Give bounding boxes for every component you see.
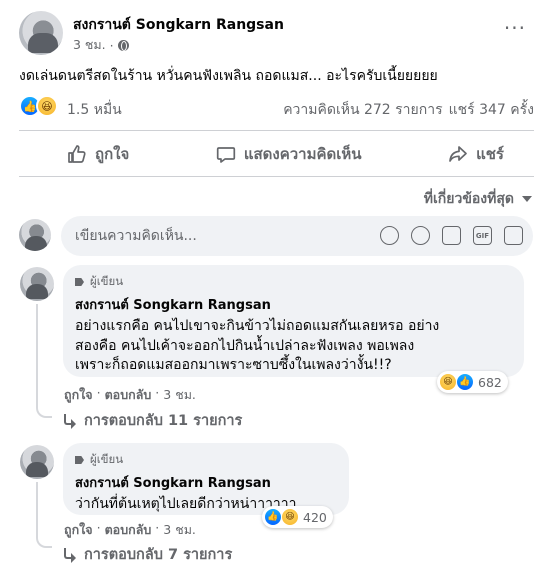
comment-bubble: ผู้เขียน สงกรานต์ Songkarn Rangsan อย่าง… xyxy=(63,265,524,377)
comment-author-name[interactable]: สงกรานต์ Songkarn Rangsan xyxy=(75,294,512,315)
sort-label: ที่เกี่ยวข้องที่สุด xyxy=(423,191,514,207)
comment-input[interactable] xyxy=(75,216,375,256)
post-meta: 3 ชม. · xyxy=(73,35,129,55)
reply-arrow-icon xyxy=(62,413,76,429)
like-button[interactable]: ถูกใจ xyxy=(67,137,129,171)
author-avatar[interactable] xyxy=(19,11,63,55)
comment-bubble: ผู้เขียน สงกรานต์ Songkarn Rangsan ว่ากั… xyxy=(63,443,349,515)
share-arrow-icon xyxy=(449,146,467,162)
author-badge-label: ผู้เขียน xyxy=(90,274,124,288)
composer-box[interactable]: GIF xyxy=(61,216,533,256)
comment-author-avatar[interactable] xyxy=(20,267,54,301)
haha-icon: 😆 xyxy=(439,373,457,391)
comment-reply-link[interactable]: ตอบกลับ xyxy=(105,385,152,405)
replies-label: การตอบกลับ 11 รายการ xyxy=(84,413,243,429)
emoji-icon[interactable] xyxy=(411,226,430,245)
haha-icon: 😆 xyxy=(36,95,58,117)
globe-icon xyxy=(117,39,129,51)
separator: · xyxy=(96,520,101,535)
comment-actions: ถูกใจ · ตอบกลับ · 3 ชม. xyxy=(64,520,196,540)
author-badge-icon xyxy=(75,455,85,465)
thread-connector xyxy=(36,406,52,418)
separator: · xyxy=(155,385,160,400)
reaction-icons[interactable]: 👍 😆 xyxy=(19,95,58,117)
share-button[interactable]: แชร์ xyxy=(448,137,504,171)
like-label: ถูกใจ xyxy=(95,145,130,163)
like-icon: 👍 xyxy=(264,508,282,526)
comment-reactions[interactable]: 😆 👍 682 xyxy=(437,371,508,393)
comment-like-link[interactable]: ถูกใจ xyxy=(64,385,93,405)
gif-icon[interactable]: GIF xyxy=(473,226,492,245)
divider xyxy=(19,130,534,131)
comment-sort-dropdown[interactable]: ที่เกี่ยวข้องที่สุด xyxy=(424,188,532,210)
shares-count[interactable]: แชร์ 347 ครั้ง xyxy=(449,99,534,121)
thread-line xyxy=(36,482,38,538)
meta-separator: · xyxy=(109,37,114,53)
thread-line xyxy=(36,304,38,408)
comment-bubble-icon xyxy=(216,147,235,163)
comment-author-name[interactable]: สงกรานต์ Songkarn Rangsan xyxy=(75,472,337,493)
view-replies-link[interactable]: การตอบกลับ 11 รายการ xyxy=(62,409,242,432)
comment-composer: GIF xyxy=(19,216,539,256)
post-action-bar: ถูกใจ แสดงความคิดเห็น แชร์ xyxy=(19,137,534,171)
post-stats: 👍 😆 1.5 หมื่น ความคิดเห็น 272 รายการ แชร… xyxy=(19,95,534,121)
thread-connector xyxy=(36,536,52,548)
comment-reply-link[interactable]: ตอบกลับ xyxy=(105,520,152,540)
share-label: แชร์ xyxy=(476,145,504,163)
comment-label: แสดงความคิดเห็น xyxy=(243,145,362,163)
comment-time[interactable]: 3 ชม. xyxy=(163,520,196,540)
viewer-avatar[interactable] xyxy=(19,219,51,251)
author-badge-icon xyxy=(75,277,85,287)
like-icon: 👍 xyxy=(456,373,474,391)
author-badge: ผู้เขียน xyxy=(75,451,337,469)
comment-author-avatar[interactable] xyxy=(20,445,54,479)
divider xyxy=(19,176,534,177)
comment-reaction-count: 682 xyxy=(478,374,502,390)
composer-icons: GIF xyxy=(380,226,523,245)
comment-actions: ถูกใจ · ตอบกลับ · 3 ชม. xyxy=(64,385,196,405)
avatar-sticker-icon[interactable] xyxy=(380,226,399,245)
view-replies-link[interactable]: การตอบกลับ 7 รายการ xyxy=(62,543,232,565)
comment-text: อย่างแรกคือ คนไปเขาจะกินข้าวไม่ถอดแมสกัน… xyxy=(75,318,440,373)
reactions-count[interactable]: 1.5 หมื่น xyxy=(67,99,122,121)
post-time[interactable]: 3 ชม. xyxy=(73,35,106,55)
comment-share-counts: ความคิดเห็น 272 รายการ แชร์ 347 ครั้ง xyxy=(283,99,534,121)
comment-reaction-count: 420 xyxy=(303,509,327,525)
post-text: งดเล่นดนตรีสดในร้าน หวั่นคนฟังเพลิน ถอดแ… xyxy=(19,68,438,84)
thumbs-up-icon xyxy=(68,145,86,163)
separator: · xyxy=(96,385,101,400)
reply-arrow-icon xyxy=(62,547,76,563)
post-header: สงกรานต์ Songkarn Rangsan 3 ชม. · ··· xyxy=(19,11,534,57)
sticker-icon[interactable] xyxy=(504,226,523,245)
caret-down-icon xyxy=(522,196,532,202)
comment-like-link[interactable]: ถูกใจ xyxy=(64,520,93,540)
camera-icon[interactable] xyxy=(442,226,461,245)
separator: · xyxy=(155,520,160,535)
author-name[interactable]: สงกรานต์ Songkarn Rangsan xyxy=(73,14,284,36)
haha-icon: 😆 xyxy=(281,508,299,526)
comment-time[interactable]: 3 ชม. xyxy=(163,385,196,405)
comment-reactions[interactable]: 👍 😆 420 xyxy=(262,506,333,528)
comments-count[interactable]: ความคิดเห็น 272 รายการ xyxy=(283,99,442,121)
more-options-icon[interactable]: ··· xyxy=(504,18,526,38)
author-badge-label: ผู้เขียน xyxy=(90,452,124,466)
author-badge: ผู้เขียน xyxy=(75,273,512,291)
replies-label: การตอบกลับ 7 รายการ xyxy=(84,547,233,563)
comment-button[interactable]: แสดงความคิดเห็น xyxy=(216,137,362,171)
